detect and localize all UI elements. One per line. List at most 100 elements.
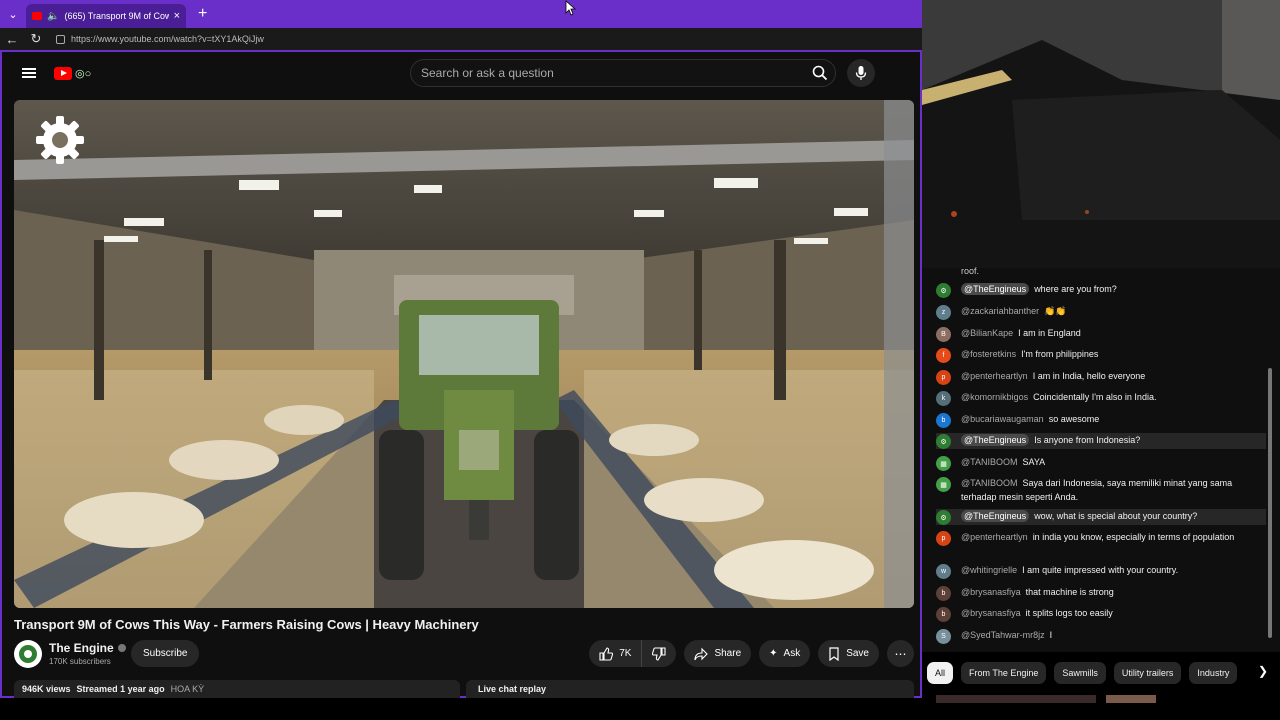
chat-message[interactable]: ⚙ @TheEngineus Is anyone from Indonesia? (936, 433, 1266, 449)
chat-message[interactable]: ⚙ @TheEngineus where are you from? (936, 282, 1266, 298)
chat-author-owner[interactable]: @TheEngineus (961, 510, 1030, 522)
chat-author-owner[interactable]: @TheEngineus (961, 434, 1030, 446)
chat-message[interactable]: k @komornikbigos Coincidentally I'm also … (936, 390, 1266, 406)
like-button[interactable]: 7K (589, 640, 643, 667)
doodle-icon: ◎○ (75, 67, 92, 80)
reload-icon[interactable]: ↻ (24, 31, 48, 47)
chat-scrollbar[interactable] (1268, 368, 1272, 638)
chat-author[interactable]: @brysanasfiya (961, 608, 1021, 618)
chat-avatar[interactable]: ▦ (936, 456, 951, 471)
settings-gear-icon[interactable] (34, 114, 86, 171)
chat-avatar[interactable]: b (936, 586, 951, 601)
chat-author[interactable]: @zackariahbanther (961, 306, 1039, 316)
chat-avatar[interactable]: ▦ (936, 477, 951, 492)
chat-partial-message: roof. (936, 264, 1266, 278)
mouse-pointer-icon (565, 0, 577, 21)
chat-author[interactable]: @BilianKape (961, 328, 1013, 338)
back-arrow-icon[interactable]: ← (0, 32, 24, 47)
chat-message[interactable]: p @penterheartlyn I am in India, hello ev… (936, 369, 1266, 385)
chat-author-owner[interactable]: @TheEngineus (961, 283, 1030, 295)
search-box[interactable]: Search or ask a question (410, 59, 836, 87)
chat-avatar[interactable]: B (936, 327, 951, 342)
chat-message[interactable]: f @fosteretkins I'm from philippines (936, 347, 1266, 363)
close-tab-icon[interactable]: × (174, 10, 180, 22)
chat-message[interactable]: z @zackariahbanther 👏👏 (936, 304, 1266, 320)
chip-all[interactable]: All (927, 662, 954, 684)
url-text: https://www.youtube.com/watch?v=tXY1AkQi… (71, 34, 264, 44)
chat-author[interactable]: @SyedTahwar-mr8jz (961, 630, 1045, 640)
chat-avatar[interactable]: z (936, 305, 951, 320)
chat-avatar[interactable]: ⚙ (936, 283, 951, 298)
chat-message[interactable]: ▦ @TANIBOOM Saya dari Indonesia, saya mem… (936, 476, 1266, 504)
save-button[interactable]: Save (818, 640, 879, 667)
chat-avatar[interactable]: b (936, 413, 951, 428)
chat-author[interactable]: @penterheartlyn (961, 532, 1028, 542)
chat-avatar[interactable]: ⚙ (936, 434, 951, 449)
chip-industry[interactable]: Industry (1189, 662, 1238, 684)
chat-author[interactable]: @komornikbigos (961, 392, 1028, 402)
speaker-icon[interactable]: 🔈 (47, 11, 59, 22)
chat-avatar[interactable]: p (936, 370, 951, 385)
chat-avatar[interactable]: ⚙ (936, 510, 951, 525)
chat-avatar[interactable]: S (936, 629, 951, 644)
channel-name[interactable]: The Engine (49, 641, 126, 655)
chat-avatar[interactable]: k (936, 391, 951, 406)
chat-author[interactable]: @fosteretkins (961, 349, 1016, 359)
chat-partial-text: roof. (961, 266, 980, 276)
chat-message[interactable]: b @brysanasfiya that machine is strong (936, 585, 1266, 601)
video-player[interactable] (14, 100, 914, 608)
stream-date: Streamed 1 year ago (76, 684, 165, 694)
thumbs-down-icon (652, 646, 667, 661)
new-tab-icon[interactable]: + (198, 5, 207, 23)
search-input[interactable]: Search or ask a question (421, 66, 805, 80)
browser-tab-active[interactable]: 🔈 (665) Transport 9M of Cows Th × (26, 4, 186, 28)
chat-avatar[interactable]: b (936, 607, 951, 622)
chat-author[interactable]: @whitingrielle (961, 565, 1017, 575)
webcam-overlay (922, 0, 1280, 268)
chat-text: so awesome (1048, 414, 1100, 424)
chat-message[interactable]: S @SyedTahwar-mr8jz I (936, 628, 1266, 644)
description-box[interactable]: 946K views Streamed 1 year ago HOA KỲ (14, 680, 460, 698)
chat-text: Is anyone from Indonesia? (1034, 435, 1141, 445)
chat-text: I'm from philippines (1021, 349, 1099, 359)
chat-message[interactable]: B @BilianKape I am in England (936, 326, 1266, 342)
chat-message[interactable]: ⚙ @TheEngineus wow, what is special about… (936, 509, 1266, 525)
chat-message[interactable]: w @whitingrielle I am quite impressed wit… (936, 563, 1266, 579)
chat-avatar[interactable]: f (936, 348, 951, 363)
chat-author[interactable]: @bucariawaugaman (961, 414, 1044, 424)
ask-button[interactable]: ✦ Ask (759, 640, 811, 667)
live-chat-replay-header[interactable]: Live chat replay (466, 680, 914, 698)
channel-avatar[interactable] (14, 640, 42, 668)
url-field[interactable]: https://www.youtube.com/watch?v=tXY1AkQi… (56, 34, 264, 44)
chat-message[interactable]: ▦ @TANIBOOM SAYA (936, 455, 1266, 471)
chip-utility-trailers[interactable]: Utility trailers (1113, 662, 1182, 684)
chat-message[interactable]: b @bucariawaugaman so awesome (936, 412, 1266, 428)
tab-list-chevron-icon[interactable]: ⌄ (0, 0, 26, 28)
chip-sawmills[interactable]: Sawmills (1054, 662, 1106, 684)
browser-tab-bar: ⌄ 🔈 (665) Transport 9M of Cows Th × + (0, 0, 922, 28)
chat-avatar[interactable]: w (936, 564, 951, 579)
microphone-icon[interactable] (847, 59, 875, 87)
chat-author[interactable]: @brysanasfiya (961, 587, 1021, 597)
chip-from-the-engine[interactable]: From The Engine (961, 662, 1047, 684)
share-button[interactable]: Share (684, 640, 752, 667)
subscribe-button[interactable]: Subscribe (131, 640, 200, 667)
chat-author[interactable]: @TANIBOOM (961, 478, 1017, 488)
more-actions-icon[interactable]: ⋯ (887, 640, 914, 667)
related-video-thumbnail-peek[interactable] (936, 690, 1276, 703)
ask-label: Ask (783, 648, 801, 659)
menu-hamburger-icon[interactable] (22, 68, 36, 78)
chat-text: that machine is strong (1025, 587, 1114, 597)
chat-author[interactable]: @penterheartlyn (961, 371, 1028, 381)
chevron-right-icon[interactable]: ❯ (1258, 664, 1268, 678)
chat-message[interactable]: b @brysanasfiya it splits logs too easily (936, 606, 1266, 622)
search-icon[interactable] (805, 59, 835, 87)
chat-avatar[interactable]: p (936, 531, 951, 546)
chat-message[interactable]: p @penterheartlyn in india you know, espe… (936, 530, 1266, 546)
dislike-button[interactable] (642, 640, 676, 667)
chat-author[interactable]: @TANIBOOM (961, 457, 1017, 467)
masthead: ◎○ Search or ask a question (2, 52, 920, 94)
site-info-icon[interactable] (56, 34, 65, 44)
youtube-logo[interactable]: ◎○ (54, 66, 92, 80)
chat-text: I (1049, 630, 1053, 640)
